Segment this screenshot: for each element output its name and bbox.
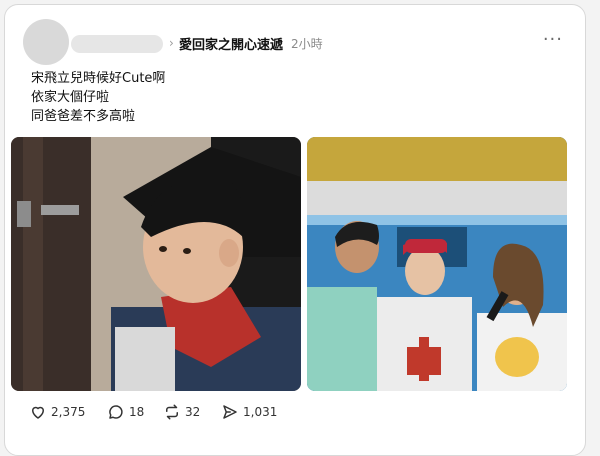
chevron-right-icon: › [169, 36, 174, 50]
share-icon [223, 405, 237, 419]
author-name-redacted[interactable] [71, 35, 163, 53]
repost-button[interactable]: 32 [163, 403, 200, 421]
share-count: 1,031 [243, 405, 278, 419]
repost-count: 32 [185, 405, 201, 419]
post-text-line: 同爸爸差不多高啦 [31, 109, 136, 124]
more-icon[interactable]: ··· [543, 29, 563, 50]
comment-count: 18 [129, 405, 145, 419]
photo-gallery [11, 137, 567, 391]
community-name[interactable]: 愛回家之開心速遞 [179, 34, 283, 53]
post-text: 宋飛立兒時候好Cute啊 依家大個仔啦 同爸爸差不多高啦 [31, 69, 165, 126]
post-text-line: 依家大個仔啦 [31, 90, 110, 105]
post-text-line: 宋飛立兒時候好Cute啊 [31, 71, 166, 86]
like-count: 2,375 [51, 405, 86, 419]
post-actions: 2,375 18 32 1,031 [29, 403, 565, 427]
post-photo-2[interactable] [307, 137, 567, 391]
post-header: › 愛回家之開心速遞 2小時 ··· [23, 19, 567, 67]
heart-icon [32, 406, 44, 419]
comment-icon [109, 405, 123, 419]
like-button[interactable]: 2,375 [29, 403, 85, 421]
repost-icon [166, 404, 178, 420]
post-photo-1[interactable] [11, 137, 301, 391]
comment-button[interactable]: 18 [107, 403, 144, 421]
avatar[interactable] [23, 19, 69, 65]
share-button[interactable]: 1,031 [221, 403, 277, 421]
post-card: › 愛回家之開心速遞 2小時 ··· 宋飛立兒時候好Cute啊 依家大個仔啦 同… [4, 4, 586, 456]
post-time: 2小時 [291, 37, 323, 51]
